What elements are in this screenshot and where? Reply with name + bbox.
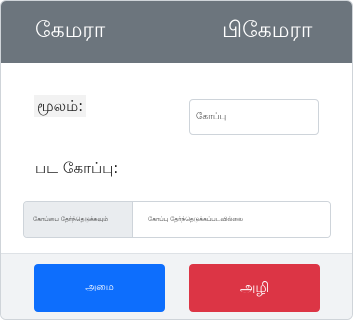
dialog-footer: அமை அழி [1, 253, 352, 319]
choose-file-button[interactable]: கோப்பை தேர்ந்தெடுக்கவும் [24, 202, 133, 237]
camera-dialog: கேமரா பிகேமரா மூலம்: கோப்பு பட கோப்பு: க… [0, 0, 353, 320]
source-label: மூலம்: [34, 95, 87, 117]
source-select[interactable]: கோப்பு [189, 99, 319, 135]
image-file-label: பட கோப்பு: [35, 159, 119, 177]
file-name-display: கோப்பு தேர்ந்தெடுக்கப்படவில்லை [133, 202, 330, 237]
clear-button[interactable]: அழி [189, 264, 320, 312]
dialog-header: கேமரா பிகேமரா [1, 1, 352, 63]
set-button[interactable]: அமை [34, 264, 165, 312]
tab-camera[interactable]: கேமரா [35, 17, 105, 45]
image-file-input[interactable]: கோப்பை தேர்ந்தெடுக்கவும் கோப்பு தேர்ந்தெ… [23, 201, 331, 238]
tab-pi-camera[interactable]: பிகேமரா [222, 17, 312, 45]
